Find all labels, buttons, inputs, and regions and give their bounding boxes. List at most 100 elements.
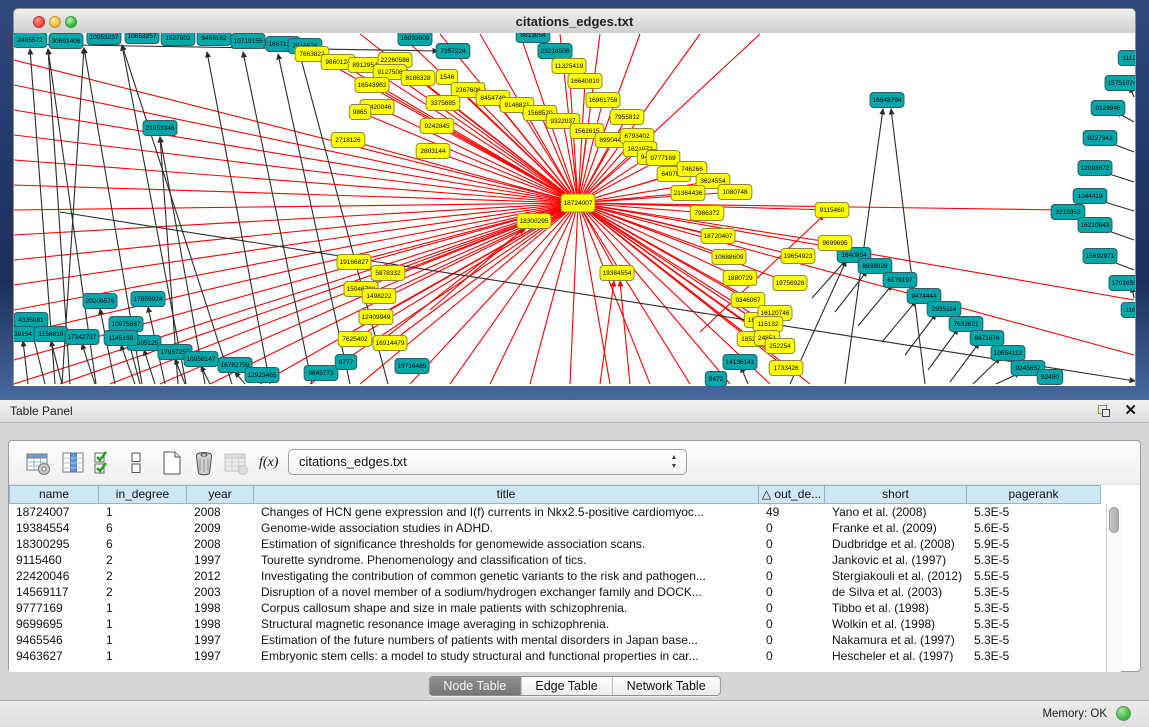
table-settings-icon[interactable] (25, 450, 51, 476)
table-row[interactable]: 2242004622012Investigating the contribut… (9, 568, 1106, 584)
table-row[interactable]: 946554611997Estimation of the future num… (9, 632, 1106, 648)
graph-node[interactable]: 17859924 (131, 292, 165, 307)
graph-edge[interactable] (23, 341, 28, 384)
graph-node[interactable]: 10053237 (87, 33, 121, 45)
graph-node[interactable]: 92450 (1037, 370, 1063, 385)
graph-node[interactable]: 6466162 (197, 33, 231, 46)
close-panel-icon[interactable]: ✕ (1124, 403, 1137, 419)
graph-node[interactable]: 16648794 (870, 93, 904, 108)
graph-node[interactable]: 15751074 (1105, 76, 1136, 91)
graph-edge[interactable] (950, 343, 979, 382)
show-columns-icon[interactable] (61, 450, 87, 476)
graph-node[interactable]: 12923465 (245, 368, 279, 383)
table-row[interactable]: 1830029562008Estimation of significance … (9, 536, 1106, 552)
graph-node[interactable]: 16914479 (373, 336, 407, 351)
graph-node[interactable]: 1080748 (718, 185, 752, 200)
graph-edge[interactable] (578, 203, 610, 384)
graph-node[interactable]: 12409949 (359, 310, 393, 325)
graph-edge[interactable] (354, 203, 578, 262)
graph-node[interactable]: 19384554 (600, 266, 634, 281)
vertical-scrollbar[interactable] (1106, 504, 1121, 672)
graph-edge[interactable] (243, 52, 312, 384)
graph-node[interactable]: 1498222 (362, 289, 396, 304)
column-header-short[interactable]: short (825, 485, 967, 504)
graph-node[interactable]: 7986372 (690, 206, 724, 221)
graph-node[interactable]: 21053346 (143, 121, 177, 136)
graph-node[interactable]: 14136141 (723, 355, 757, 370)
row-options-icon[interactable] (129, 450, 143, 476)
graph-node[interactable]: 21364436 (671, 186, 705, 201)
graph-node[interactable]: 1880729 (723, 271, 757, 286)
column-header-out_de[interactable]: △ out_de... (759, 485, 825, 504)
network-window-titlebar[interactable]: citations_edges.txt (13, 8, 1136, 34)
graph-node[interactable]: 7625402 (338, 332, 372, 347)
table-row[interactable]: 1872400712008Changes of HCN gene express… (9, 504, 1106, 520)
graph-edge[interactable] (812, 260, 846, 298)
table-row[interactable]: 911546021997Tourette syndrome. Phenomeno… (9, 552, 1106, 568)
graph-node[interactable]: 9129946 (1091, 101, 1125, 116)
graph-edge[interactable] (578, 203, 1134, 355)
graph-node[interactable]: 10975887 (109, 317, 143, 332)
graph-node[interactable]: 3375685 (426, 96, 460, 111)
graph-node[interactable]: 1733426 (769, 361, 803, 376)
graph-node[interactable]: 5878332 (371, 266, 405, 281)
graph-node[interactable]: 9242845 (420, 119, 454, 134)
column-header-title[interactable]: title (254, 485, 759, 504)
graph-node[interactable]: 8938928 (858, 259, 892, 274)
graph-edge[interactable] (858, 285, 892, 326)
graph-node[interactable]: 1156819 (34, 327, 68, 342)
graph-node[interactable]: 18300295 (517, 214, 551, 229)
tab-network-table[interactable]: Network Table (612, 677, 720, 695)
graph-edge[interactable] (578, 100, 603, 203)
graph-node[interactable]: 10719155 (231, 34, 265, 49)
graph-hub-node[interactable]: 18724007 (561, 194, 595, 212)
table-row[interactable]: 1456911722003Disruption of a novel membe… (9, 584, 1106, 600)
graph-node[interactable]: 1244419 (1073, 189, 1107, 204)
graph-node[interactable]: 16210643 (1078, 218, 1112, 233)
graph-node[interactable]: 8813054 (516, 33, 550, 43)
graph-node[interactable]: 18720407 (701, 229, 735, 244)
graph-node[interactable]: 1145193 (104, 331, 138, 346)
graph-node[interactable]: 16033809 (398, 33, 432, 46)
graph-node[interactable]: 11125 (1118, 51, 1136, 66)
graph-node[interactable]: 19756928 (773, 276, 807, 291)
graph-node[interactable]: 19166827 (337, 255, 371, 270)
column-header-year[interactable]: year (187, 485, 254, 504)
graph-edge[interactable] (578, 192, 735, 203)
graph-node[interactable]: 17016504 (1109, 276, 1136, 291)
graph-node[interactable]: 23218506 (538, 44, 572, 59)
function-builder-icon[interactable]: f(x) (259, 450, 285, 476)
column-header-pagerank[interactable]: pagerank (967, 485, 1101, 504)
graph-edge[interactable] (14, 203, 578, 335)
graph-node[interactable]: 20206576 (83, 294, 117, 309)
graph-node[interactable]: 9865 (349, 105, 370, 120)
column-header-in_degree[interactable]: in_degree (99, 485, 187, 504)
graph-node[interactable]: 7955812 (610, 110, 644, 125)
graph-node[interactable]: 19654923 (781, 249, 815, 264)
graph-edge[interactable] (620, 281, 630, 384)
graph-node[interactable]: 115132 (753, 317, 783, 332)
graph-node[interactable]: 39154 (14, 327, 36, 342)
graph-edge[interactable] (578, 203, 650, 384)
graph-node[interactable]: 252254 (765, 339, 795, 354)
graph-node[interactable]: 15692971 (1083, 249, 1117, 264)
table-row[interactable]: 1938455462009Genome-wide association stu… (9, 520, 1106, 536)
graph-node[interactable]: 8186328 (401, 71, 435, 86)
graph-edge[interactable] (14, 203, 578, 210)
new-table-icon[interactable] (159, 450, 185, 476)
graph-node[interactable]: 8471676 (970, 331, 1004, 346)
graph-node[interactable]: 16543962 (355, 78, 389, 93)
table-row[interactable]: 969969511998Structural magnetic resonanc… (9, 616, 1106, 632)
graph-edge[interactable] (14, 135, 578, 203)
graph-node[interactable]: 9227343 (1083, 131, 1117, 146)
graph-node[interactable]: 1527602 (161, 33, 195, 46)
column-header-name[interactable]: name (9, 485, 99, 504)
graph-node[interactable]: 2718126 (331, 133, 365, 148)
table-row[interactable]: 977716911998Corpus callosum shape and si… (9, 600, 1106, 616)
graph-edge[interactable] (14, 185, 578, 203)
graph-node[interactable]: 9472 (705, 372, 726, 387)
graph-node[interactable]: 2803144 (416, 144, 450, 159)
graph-node[interactable]: 17342737 (65, 330, 99, 345)
graph-node[interactable]: 30691406 (49, 34, 83, 49)
graph-node[interactable]: 10958147 (184, 352, 218, 367)
